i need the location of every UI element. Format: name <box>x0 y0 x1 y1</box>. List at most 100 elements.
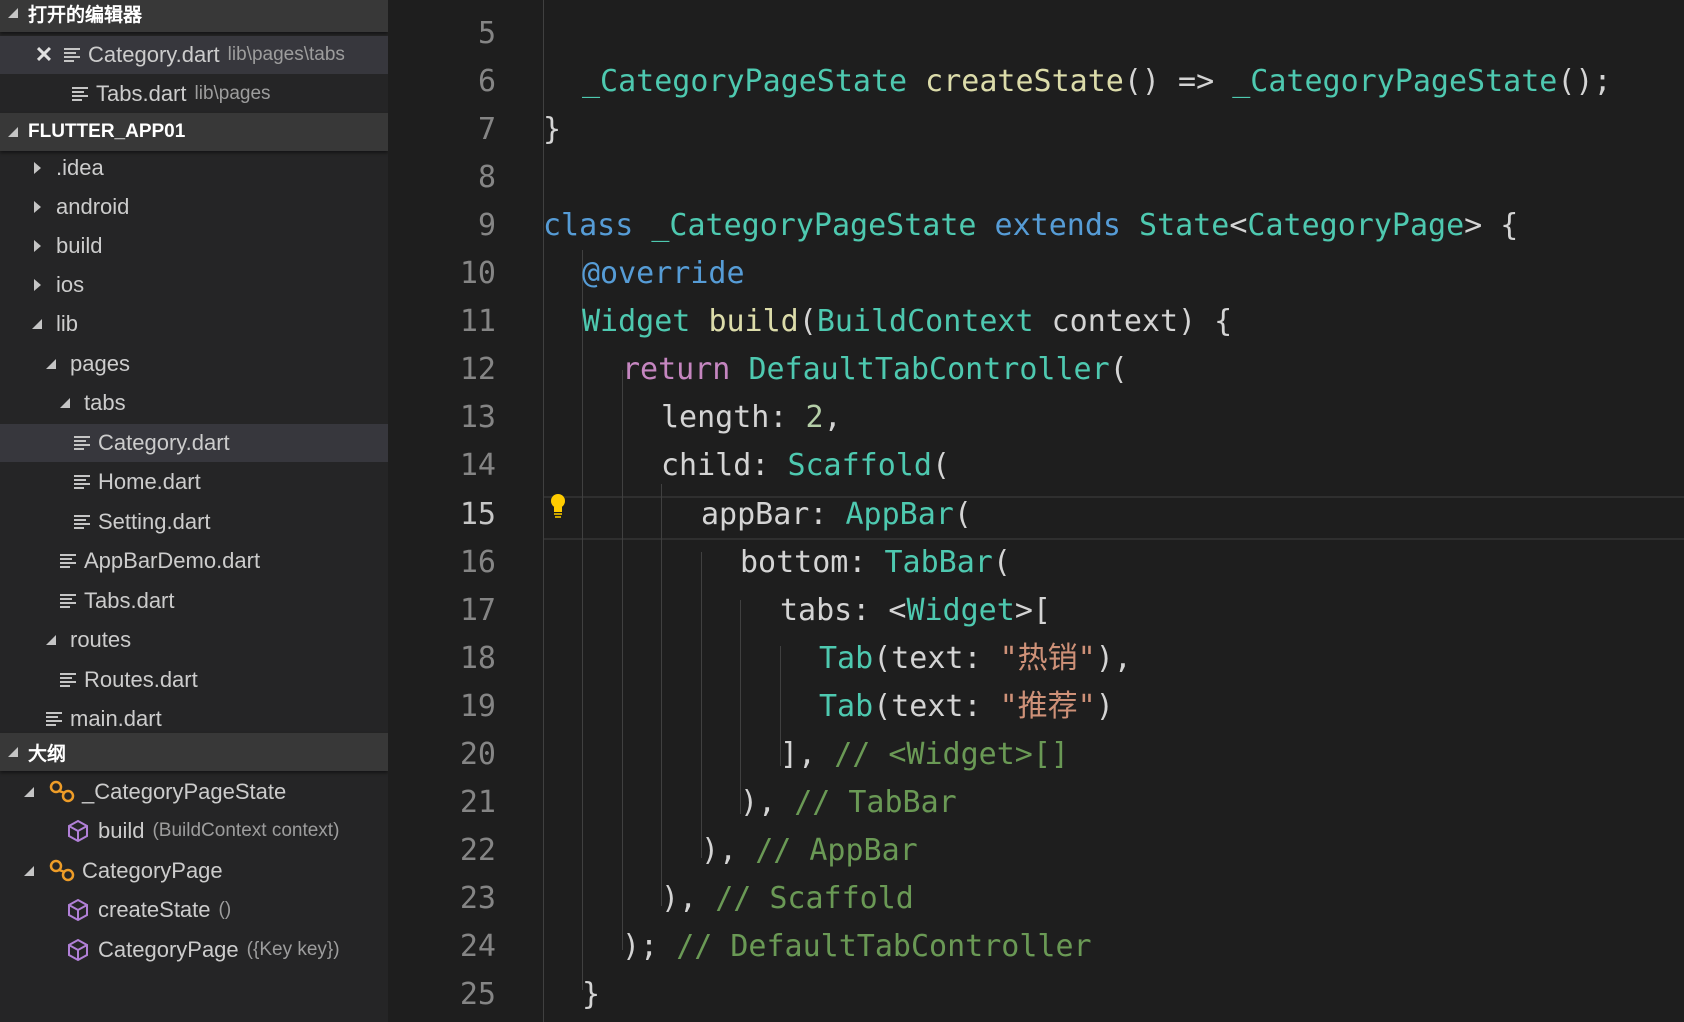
outline-item-detail: () <box>218 899 232 920</box>
tree-item-ios[interactable]: ios <box>0 266 388 304</box>
tree-item-label: ios <box>56 272 85 297</box>
code-line: child: Scaffold( <box>661 442 950 490</box>
chevron-right-icon <box>34 279 41 291</box>
tree-item-routes-dart[interactable]: Routes.dart <box>0 661 388 699</box>
code-token: ), <box>661 881 716 916</box>
code-token: ( <box>798 304 817 339</box>
chevron-down-icon <box>24 866 34 876</box>
tree-item-build[interactable]: build <box>0 227 388 265</box>
file-lines-icon <box>74 474 90 490</box>
lightbulb-icon[interactable] <box>548 492 568 522</box>
explorer-sidebar: 打开的编辑器 ✕ Category.dart lib\pages\tabs Ta… <box>0 0 388 1022</box>
tree-item-category-dart[interactable]: Category.dart <box>0 424 388 462</box>
code-token: ); <box>622 929 677 964</box>
tree-item-tabs-dart[interactable]: Tabs.dart <box>0 582 388 620</box>
line-number: 7 <box>477 112 496 147</box>
code-line: } <box>543 106 561 154</box>
outline-item-build[interactable]: build (BuildContext context) <box>0 812 388 850</box>
code-token: Widget <box>582 304 691 339</box>
code-line: length: 2, <box>661 394 842 442</box>
code-token: length: <box>661 400 806 435</box>
code-token: _CategoryPageState <box>1232 64 1558 99</box>
code-token: @override <box>582 256 745 291</box>
tree-item-label: main.dart <box>70 706 162 731</box>
code-line: @override <box>582 250 745 298</box>
code-token: BuildContext <box>816 304 1034 339</box>
section-open-editors[interactable]: 打开的编辑器 <box>0 0 388 32</box>
code-token: Tab <box>819 689 874 724</box>
outline-item-createstate[interactable]: createState () <box>0 891 388 929</box>
tree-item-label: android <box>56 194 130 219</box>
code-line: return DefaultTabController( <box>622 346 1128 394</box>
code-token: < <box>1229 208 1248 243</box>
tree-item-idea[interactable]: .idea <box>0 149 388 187</box>
tree-item-android[interactable]: android <box>0 188 388 226</box>
code-token: // DefaultTabController <box>676 929 1092 964</box>
tree-item-home-dart[interactable]: Home.dart <box>0 463 388 501</box>
method-cube-icon <box>66 819 90 843</box>
tree-item-pages[interactable]: pages <box>0 345 388 383</box>
code-token: tabs: < <box>780 593 907 628</box>
code-token: Tab <box>819 641 874 676</box>
code-token: createState <box>925 64 1124 99</box>
line-number: 10 <box>459 256 496 291</box>
code-line: ), // AppBar <box>701 827 918 875</box>
line-number: 13 <box>459 400 496 435</box>
file-lines-icon <box>64 47 80 63</box>
code-token: >[ <box>1014 593 1051 628</box>
code-token: ), <box>740 785 795 820</box>
file-lines-icon <box>74 514 90 530</box>
code-line: Tab(text: "热销"), <box>819 635 1132 683</box>
code-token: ) <box>1095 689 1114 724</box>
indent-guide <box>701 552 702 858</box>
outline-item-categorypage-ctor[interactable]: CategoryPage ({Key key}) <box>0 931 388 969</box>
tree-item-routes[interactable]: routes <box>0 621 388 659</box>
tree-item-label: routes <box>70 627 132 652</box>
code-token: "推荐" <box>999 689 1096 724</box>
line-number: 9 <box>477 208 496 243</box>
tree-item-appbardemo-dart[interactable]: AppBarDemo.dart <box>0 542 388 580</box>
tree-item-tabs[interactable]: tabs <box>0 384 388 422</box>
code-token: ), <box>701 833 756 868</box>
code-line: tabs: <Widget>[ <box>780 587 1051 635</box>
code-token: ( <box>931 448 950 483</box>
section-outline[interactable]: 大纲 <box>0 733 388 771</box>
code-token: _CategoryPageState <box>651 208 977 243</box>
code-token: _CategoryPageState <box>582 64 908 99</box>
code-token: ( <box>992 545 1011 580</box>
code-editor[interactable]: 5 6 7 8 9 10 11 12 13 14 15 16 17 18 19 … <box>388 0 1684 1022</box>
open-editor-tabs[interactable]: Tabs.dart lib\pages <box>0 75 388 113</box>
code-token: , <box>823 400 842 435</box>
line-number: 16 <box>459 545 496 580</box>
file-lines-icon <box>72 86 88 102</box>
tree-item-label: Home.dart <box>98 469 201 494</box>
file-name: Category.dart <box>88 42 220 67</box>
section-title: 打开的编辑器 <box>28 4 143 26</box>
tree-item-label: Tabs.dart <box>84 588 175 613</box>
section-project[interactable]: FLUTTER_APP01 <box>0 113 388 151</box>
open-editor-category[interactable]: ✕ Category.dart lib\pages\tabs <box>0 36 388 74</box>
outline-item-categorypagestate[interactable]: _CategoryPageState <box>0 773 388 811</box>
code-token: Widget <box>906 593 1015 628</box>
file-lines-icon <box>60 672 76 688</box>
code-line: class _CategoryPageState extends State<C… <box>543 202 1518 250</box>
code-token: ( <box>953 497 972 532</box>
chevron-down-icon <box>32 319 42 329</box>
tree-item-lib[interactable]: lib <box>0 305 388 343</box>
line-number: 19 <box>459 689 496 724</box>
close-icon[interactable]: ✕ <box>34 42 54 68</box>
outline-item-categorypage[interactable]: CategoryPage <box>0 852 388 890</box>
tree-item-setting-dart[interactable]: Setting.dart <box>0 503 388 541</box>
line-number: 24 <box>459 929 496 964</box>
file-lines-icon <box>60 553 76 569</box>
code-token: bottom: <box>740 545 885 580</box>
line-number: 11 <box>459 304 496 339</box>
code-token: child: <box>661 448 788 483</box>
outline-item-detail: (BuildContext context) <box>152 820 340 841</box>
code-line: ), // Scaffold <box>661 875 914 923</box>
outline-item-name: CategoryPage <box>82 858 223 883</box>
code-token: // <Widget>[] <box>834 737 1069 772</box>
